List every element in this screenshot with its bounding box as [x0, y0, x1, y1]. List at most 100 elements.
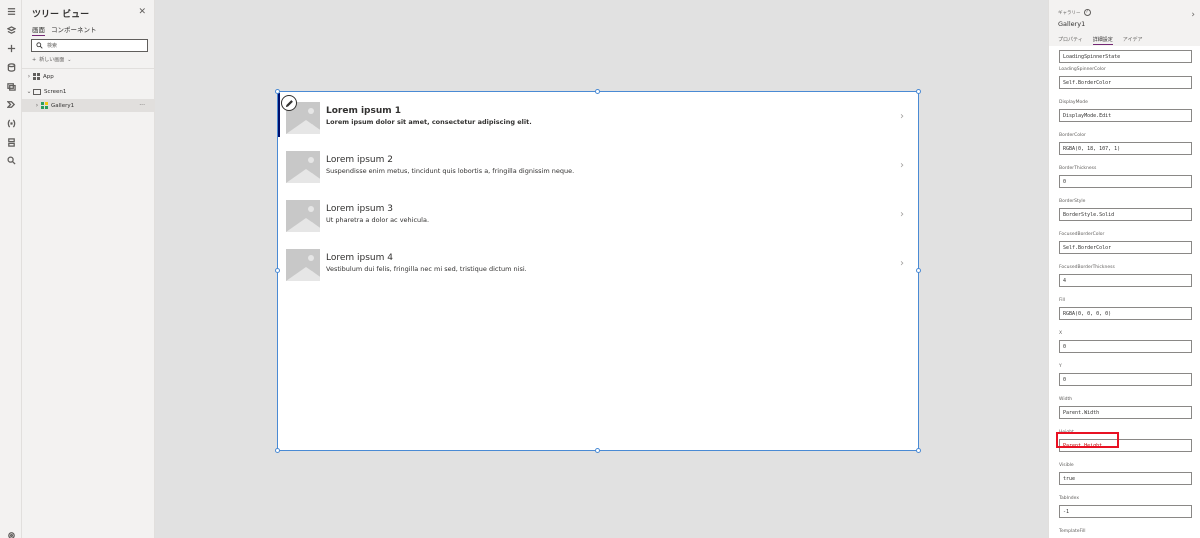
tree-item-screen1[interactable]: ⌄ Screen1 [22, 85, 155, 98]
property-label: Width [1059, 397, 1073, 402]
property-formula-input[interactable]: LoadingSpinnerState [1059, 50, 1192, 63]
tab-components[interactable]: コンポーネント [51, 24, 97, 36]
search-icon[interactable] [0, 151, 22, 169]
tab-ideas[interactable]: アイデア [1123, 36, 1143, 45]
control-kind: ギャラリー ? [1058, 9, 1091, 16]
variables-icon[interactable] [0, 114, 22, 132]
power-automate-icon[interactable] [0, 95, 22, 113]
image-placeholder-icon [286, 151, 320, 183]
divider [22, 68, 155, 69]
search-placeholder: 検索 [47, 43, 58, 49]
property-field: LoadingSpinnerState [1059, 46, 1192, 63]
image-placeholder-icon [286, 249, 320, 281]
settings-icon[interactable] [0, 526, 22, 538]
property-label: BorderColor [1059, 133, 1086, 138]
design-canvas[interactable]: Lorem ipsum 1 Lorem ipsum dolor sit amet,… [155, 0, 1048, 538]
gallery-item-subtitle: Vestibulum dui felis, fringilla nec mi s… [326, 265, 527, 273]
image-placeholder-icon [286, 200, 320, 232]
property-label: TabIndex [1059, 496, 1080, 501]
chevron-right-icon[interactable]: › [25, 73, 33, 80]
resize-handle-top[interactable] [595, 89, 600, 94]
edit-template-button[interactable] [281, 95, 297, 111]
tab-screens[interactable]: 画面 [32, 24, 45, 36]
property-label: FocusedBorderColor [1059, 232, 1105, 237]
screen-icon [33, 88, 41, 95]
resize-handle-right[interactable] [916, 268, 921, 273]
chevron-right-icon[interactable]: › [900, 160, 904, 171]
property-label: Visible [1059, 463, 1074, 468]
property-formula-input[interactable]: BorderStyle.Solid [1059, 208, 1192, 221]
tab-properties[interactable]: プロパティ [1058, 36, 1083, 45]
property-formula-input[interactable]: Parent.Height [1059, 439, 1192, 452]
property-formula-input[interactable]: DisplayMode.Edit [1059, 109, 1192, 122]
tree-view-panel: ツリー ビュー ✕ 画面 コンポーネント 検索 + 新しい画面 ⌄ › App … [22, 0, 155, 538]
property-formula-input[interactable]: true [1059, 472, 1192, 485]
tools-icon[interactable] [0, 133, 22, 151]
property-formula-input[interactable]: 0 [1059, 373, 1192, 386]
hamburger-icon[interactable] [0, 2, 22, 20]
chevron-down-icon[interactable]: ⌄ [25, 88, 33, 95]
gallery-item-title: Lorem ipsum 2 [326, 155, 393, 165]
property-field: X0 [1059, 328, 1192, 353]
gallery-item[interactable]: Lorem ipsum 1 Lorem ipsum dolor sit amet,… [278, 93, 918, 142]
property-formula-input[interactable]: Parent.Width [1059, 406, 1192, 419]
property-label: X [1059, 331, 1063, 336]
tree-search-input[interactable]: 検索 [31, 39, 148, 52]
tab-advanced[interactable]: 詳細設定 [1092, 36, 1113, 45]
tree-item-gallery1[interactable]: › Gallery1 ··· [22, 99, 155, 112]
resize-handle-bottom[interactable] [595, 448, 600, 453]
properties-tabs: プロパティ 詳細設定 アイデア [1058, 36, 1142, 45]
gallery1[interactable]: Lorem ipsum 1 Lorem ipsum dolor sit amet,… [277, 91, 919, 451]
chevron-right-icon[interactable]: › [900, 111, 904, 122]
more-options-icon[interactable]: ··· [139, 102, 145, 109]
property-formula-input[interactable]: RGBA(0, 18, 107, 1) [1059, 142, 1192, 155]
property-formula-input[interactable]: 0 [1059, 340, 1192, 353]
property-formula-input[interactable]: 4 [1059, 274, 1192, 287]
plus-icon[interactable] [0, 39, 22, 57]
gallery-item[interactable]: Lorem ipsum 4 Vestibulum dui felis, fring… [278, 240, 918, 289]
help-icon[interactable]: ? [1083, 9, 1091, 16]
property-field: Height Parent.Height [1059, 427, 1192, 452]
gallery-item-subtitle: Ut pharetra a dolor ac vehicula. [326, 216, 430, 224]
property-formula-input[interactable]: 0 [1059, 175, 1192, 188]
property-label: LoadingSpinnerColor [1059, 67, 1106, 72]
gallery-item[interactable]: Lorem ipsum 3 Ut pharetra a dolor ac vehi… [278, 191, 918, 240]
property-field: BorderColor RGBA(0, 18, 107, 1) [1059, 130, 1192, 155]
property-field: FocusedBorderColor Self.BorderColor [1059, 229, 1192, 254]
resize-handle-top-left[interactable] [275, 89, 280, 94]
tree-item-label: Gallery1 [51, 102, 75, 109]
close-icon[interactable]: ✕ [138, 7, 146, 17]
property-formula-input[interactable]: -1 [1059, 505, 1192, 518]
property-field: Width Parent.Width [1059, 394, 1192, 419]
property-field: Visible true [1059, 460, 1192, 485]
chevron-right-icon[interactable]: › [900, 258, 904, 269]
property-formula-input[interactable]: Self.BorderColor [1059, 241, 1192, 254]
gallery-item-title: Lorem ipsum 3 [326, 204, 393, 214]
property-formula-input[interactable]: Self.BorderColor [1059, 76, 1192, 89]
new-screen-button[interactable]: + 新しい画面 ⌄ [32, 56, 72, 64]
layers-icon[interactable] [0, 21, 22, 39]
chevron-right-icon[interactable]: › [33, 102, 41, 109]
property-field: BorderStyle BorderStyle.Solid [1059, 196, 1192, 221]
chevron-right-icon[interactable]: › [900, 209, 904, 220]
property-formula-input[interactable]: RGBA(0, 0, 0, 0) [1059, 307, 1192, 320]
chevron-down-icon: ⌄ [67, 56, 72, 63]
resize-handle-bottom-left[interactable] [275, 448, 280, 453]
tree-view-tabs: 画面 コンポーネント [32, 24, 97, 36]
resize-handle-top-right[interactable] [916, 89, 921, 94]
property-field: FocusedBorderThickness 4 [1059, 262, 1192, 287]
property-label: Fill [1059, 298, 1066, 303]
resize-handle-left[interactable] [275, 268, 280, 273]
property-field: Fill RGBA(0, 0, 0, 0) [1059, 295, 1192, 320]
new-screen-label: 新しい画面 [39, 57, 65, 63]
chevron-right-icon[interactable]: › [1191, 10, 1195, 20]
property-label: BorderStyle [1059, 199, 1086, 204]
tree-item-app[interactable]: › App [22, 70, 155, 83]
database-icon[interactable] [0, 58, 22, 76]
tree-item-label: App [43, 73, 54, 80]
media-icon[interactable] [0, 77, 22, 95]
resize-handle-bottom-right[interactable] [916, 448, 921, 453]
gallery-item-subtitle: Lorem ipsum dolor sit amet, consectetur … [326, 118, 532, 126]
property-field: BorderThickness 0 [1059, 163, 1192, 188]
gallery-item[interactable]: Lorem ipsum 2 Suspendisse enim metus, tin… [278, 142, 918, 191]
